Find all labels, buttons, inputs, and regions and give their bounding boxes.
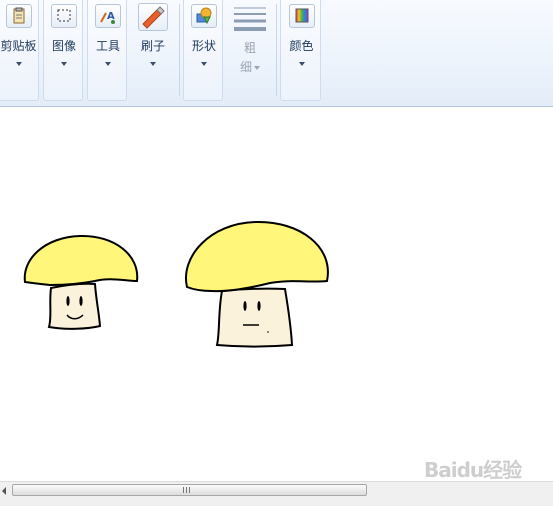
clipboard-label: 剪贴板	[0, 39, 37, 53]
colors-icon	[288, 4, 315, 28]
tools-label: 工具	[95, 39, 120, 53]
image-label: 图像	[51, 39, 76, 53]
ribbon-divider	[276, 4, 277, 96]
horizontal-scrollbar[interactable]	[0, 481, 553, 499]
size-button[interactable]: 粗 细	[228, 0, 272, 75]
chevron-down-icon	[298, 62, 305, 66]
small-mushroom-left-eye	[66, 296, 70, 306]
colors-label: 颜色	[289, 39, 314, 53]
clipboard-button[interactable]: 剪贴板	[0, 0, 40, 66]
ribbon: 剪贴板 图像 A 工具 刷子 形状 粗 细 颜色	[0, 0, 553, 107]
shapes-group: 形状	[183, 0, 223, 101]
size-label-line2: 细	[239, 60, 252, 74]
line-size-icon	[233, 5, 267, 34]
chevron-down-icon	[201, 62, 207, 66]
big-mushroom-stem	[215, 287, 294, 348]
tools-icon: A	[95, 4, 121, 28]
drawing-canvas[interactable]	[0, 107, 553, 481]
brush-icon	[138, 3, 168, 31]
status-bar	[0, 498, 553, 506]
big-mushroom-right-eye	[257, 301, 261, 311]
chevron-down-icon	[254, 65, 260, 70]
chevron-down-icon	[61, 62, 67, 66]
big-mushroom-dot	[267, 331, 269, 333]
chevron-down-icon	[15, 62, 22, 66]
colors-group: 颜色	[280, 0, 321, 101]
big-mushroom-cap	[185, 220, 329, 293]
brushes-label: 刷子	[140, 39, 165, 53]
small-mushroom	[23, 234, 139, 330]
scrollbar-thumb[interactable]	[12, 484, 367, 496]
image-group: 图像	[43, 0, 83, 101]
size-label-line1: 粗	[243, 41, 256, 55]
ribbon-divider	[179, 4, 180, 96]
grip-icon	[183, 487, 190, 493]
tools-button[interactable]: A 工具	[88, 0, 128, 66]
colors-button[interactable]: 颜色	[281, 0, 322, 66]
scroll-left-button[interactable]	[0, 482, 10, 499]
watermark: Baidu经验	[424, 458, 522, 482]
shapes-button[interactable]: 形状	[184, 0, 224, 66]
select-icon	[51, 4, 77, 28]
small-mushroom-right-eye	[79, 296, 83, 306]
image-button[interactable]: 图像	[44, 0, 84, 66]
clipboard-icon	[5, 4, 32, 28]
small-mushroom-cap	[23, 234, 139, 287]
chevron-down-icon	[105, 62, 111, 66]
chevron-down-icon	[150, 62, 156, 66]
tools-group: A 工具	[87, 0, 127, 101]
big-mushroom	[185, 220, 329, 348]
clipboard-group: 剪贴板	[0, 0, 39, 101]
small-mushroom-stem	[47, 282, 102, 330]
brushes-button[interactable]: 刷子	[132, 0, 174, 66]
big-mushroom-left-eye	[243, 301, 247, 311]
shapes-label: 形状	[191, 39, 216, 53]
mushroom-drawing	[23, 220, 329, 348]
shapes-icon	[191, 4, 217, 28]
